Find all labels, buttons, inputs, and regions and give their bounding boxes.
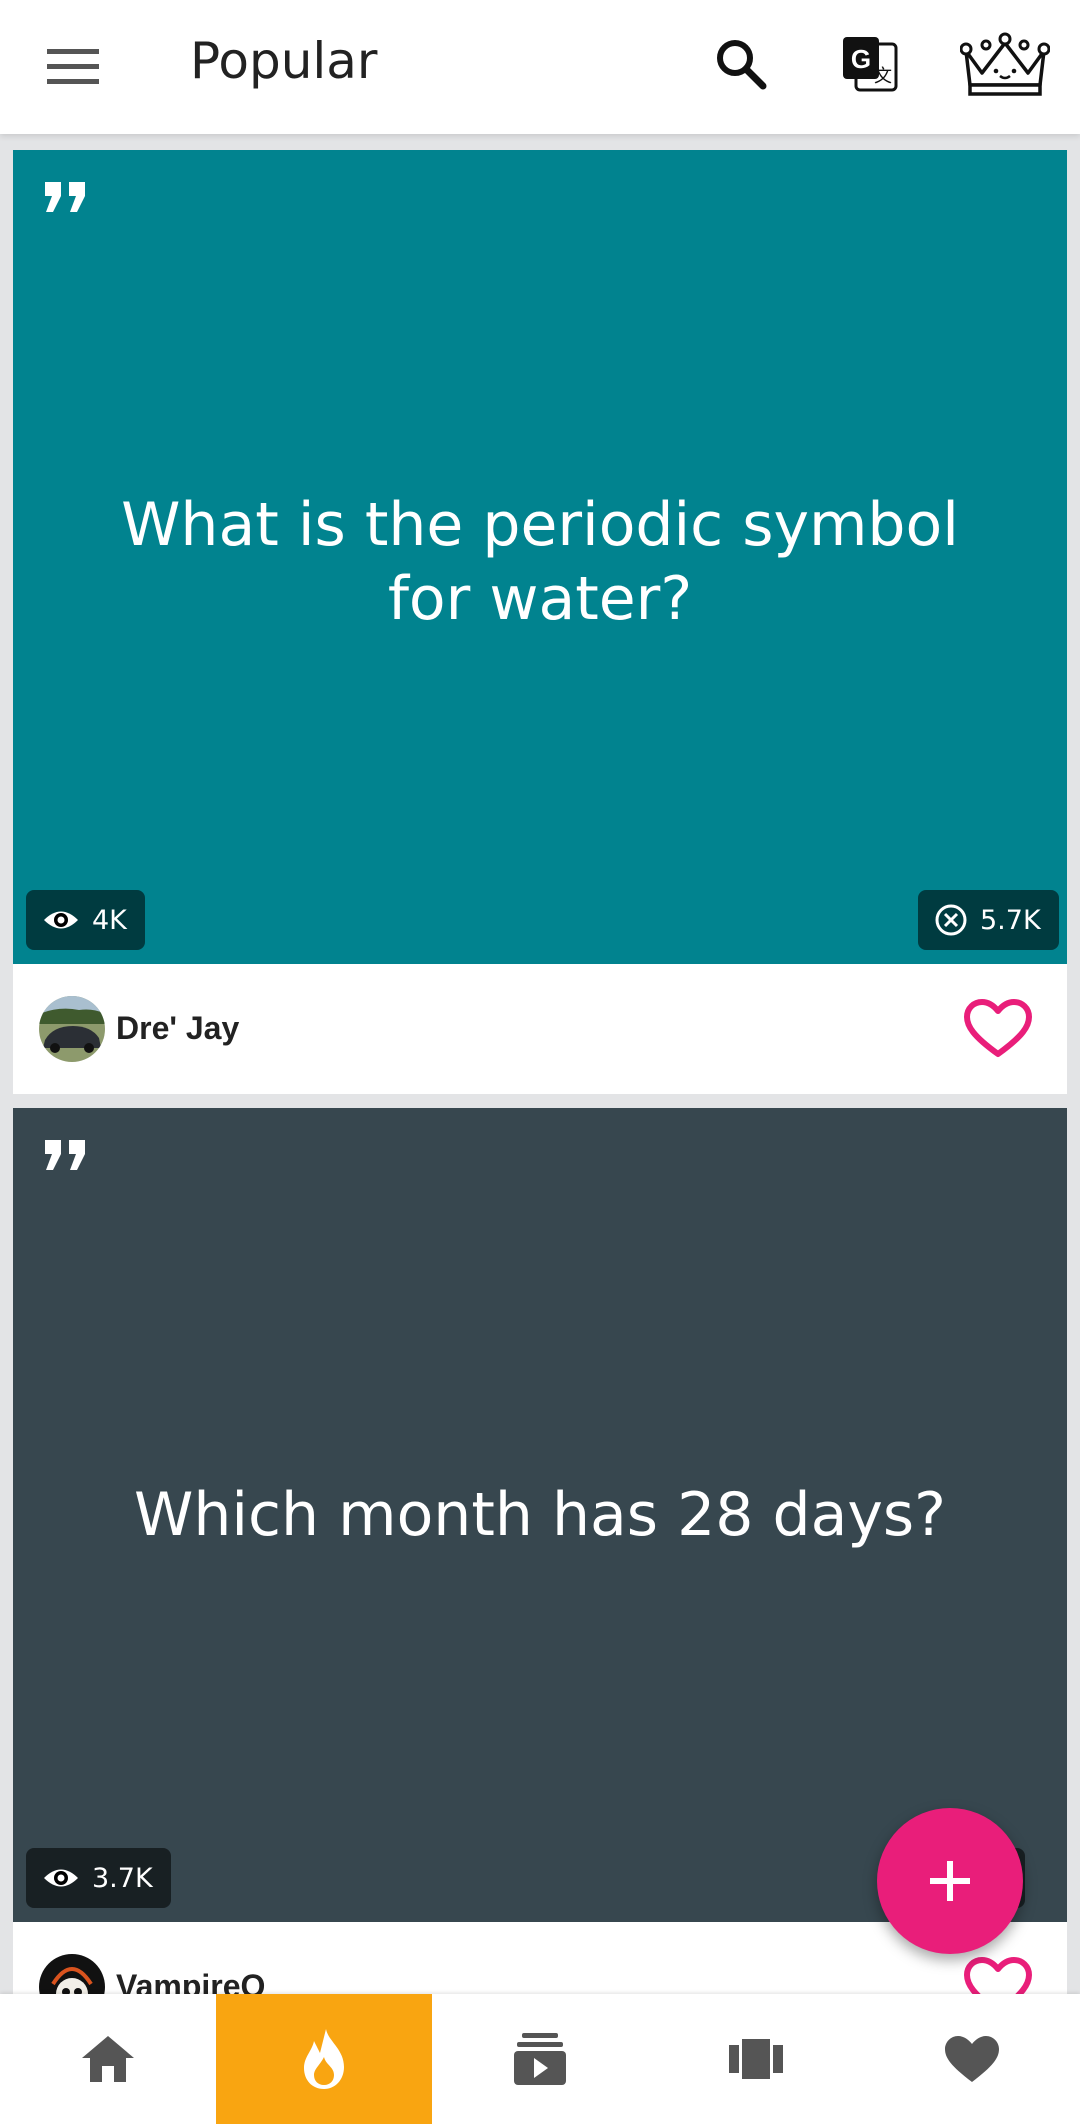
answers-count: 5.7K (980, 904, 1041, 936)
nav-subscriptions[interactable] (432, 1994, 648, 2124)
menu-button[interactable] (40, 37, 106, 97)
question-text: Which month has 28 days? (134, 1480, 946, 1550)
plus-icon (930, 1861, 970, 1901)
nav-popular[interactable] (216, 1994, 432, 2124)
svg-text:G: G (851, 44, 871, 74)
avatar[interactable] (39, 996, 105, 1062)
author-name[interactable]: Dre' Jay (116, 1010, 239, 1047)
nav-favorites[interactable] (864, 1994, 1080, 2124)
translate-icon: G 文 (843, 37, 898, 92)
author-row: Dre' Jay (13, 964, 1067, 1094)
fire-icon (304, 2029, 344, 2089)
question-card[interactable]: What is the periodic symbol for water? 4… (13, 150, 1067, 1094)
question-text: What is the periodic symbol for water? (121, 490, 959, 634)
close-circle-icon (935, 904, 967, 936)
home-icon (82, 2036, 134, 2082)
nav-cards[interactable] (648, 1994, 864, 2124)
nav-home[interactable] (0, 1994, 216, 2124)
add-question-button[interactable] (877, 1808, 1023, 1954)
cards-icon (729, 2039, 783, 2079)
avatar[interactable] (39, 1954, 105, 1994)
menu-icon (47, 49, 99, 84)
svg-text:文: 文 (874, 66, 892, 87)
views-count: 4K (92, 904, 127, 936)
eye-icon (44, 1869, 78, 1887)
heart-outline-icon (964, 999, 1032, 1057)
premium-button[interactable] (956, 24, 1054, 104)
search-button[interactable] (704, 27, 778, 101)
question-panel[interactable]: Which month has 28 days? 3.7K K (13, 1108, 1067, 1922)
eye-icon (44, 911, 78, 929)
search-icon (717, 40, 767, 90)
translate-button[interactable]: G 文 (832, 26, 908, 102)
heart-icon (945, 2036, 999, 2082)
author-name[interactable]: VampireQ (116, 1968, 265, 1994)
crown-icon (960, 32, 1050, 96)
answers-badge: 5.7K (918, 890, 1059, 950)
page-title: Popular (190, 32, 378, 90)
like-button[interactable] (953, 984, 1043, 1074)
quote-icon (45, 1140, 85, 1170)
bottom-navigation (0, 1994, 1080, 2124)
quote-icon (45, 182, 85, 212)
views-badge: 4K (26, 890, 145, 950)
question-panel[interactable]: What is the periodic symbol for water? 4… (13, 150, 1067, 964)
subscriptions-icon (514, 2033, 566, 2085)
views-badge: 3.7K (26, 1848, 171, 1908)
heart-outline-icon (964, 1957, 1032, 1994)
views-count: 3.7K (92, 1862, 153, 1894)
app-bar: Popular G 文 (0, 0, 1080, 134)
